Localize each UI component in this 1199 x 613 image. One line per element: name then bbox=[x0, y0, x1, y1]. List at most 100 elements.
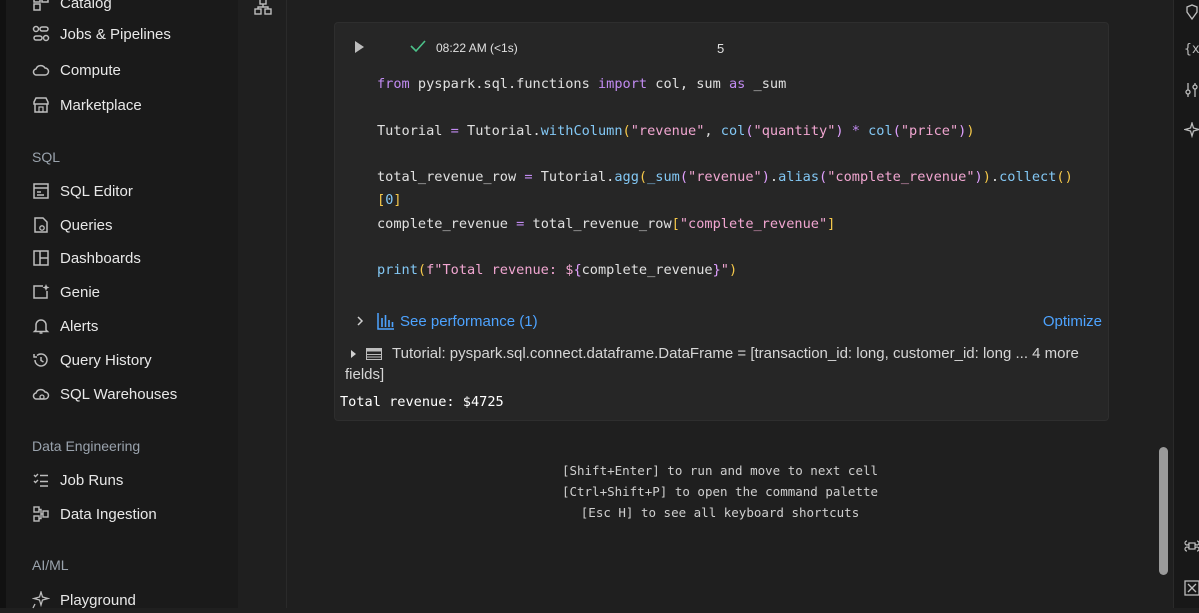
sidebar-item-label: Marketplace bbox=[60, 96, 142, 114]
sidebar-section-aiml: AI/ML bbox=[32, 557, 69, 573]
sidebar-item-query-history[interactable]: Query History bbox=[32, 347, 152, 373]
cell-output: Total revenue: $4725 bbox=[340, 394, 504, 410]
see-performance-link[interactable]: See performance (1) bbox=[400, 313, 538, 330]
code-function: agg bbox=[614, 169, 639, 186]
code-text: Tutorial. bbox=[458, 122, 541, 139]
code-function: col bbox=[868, 122, 893, 139]
code-operator: * bbox=[843, 122, 869, 139]
variables-icon[interactable]: {x bbox=[1184, 40, 1199, 56]
dashboards-icon bbox=[33, 250, 49, 266]
code-bracket: [ bbox=[671, 215, 680, 232]
settings-sliders-icon[interactable] bbox=[1184, 82, 1199, 98]
sidebar-item-label: SQL Editor bbox=[60, 182, 133, 200]
sidebar-item-label: Alerts bbox=[60, 317, 99, 335]
store-icon bbox=[33, 97, 49, 113]
sidebar-item-label: Compute bbox=[60, 61, 121, 79]
code-string: "complete_revenue" bbox=[679, 215, 828, 232]
panel-close-icon[interactable] bbox=[1184, 580, 1199, 596]
keyboard-hints: [Shift+Enter] to run and move to next ce… bbox=[287, 460, 1153, 523]
check-icon bbox=[410, 40, 426, 53]
code-string: f"Total revenue: $ bbox=[426, 262, 574, 279]
code-text: complete_revenue bbox=[581, 262, 713, 279]
hint-line: [Esc H] to see all keyboard shortcuts bbox=[580, 505, 860, 520]
code-operator: = bbox=[450, 122, 459, 139]
sidebar-item-alerts[interactable]: Alerts bbox=[32, 313, 98, 339]
code-keyword: from bbox=[377, 76, 410, 92]
code-text: . bbox=[769, 169, 779, 186]
sidebar-item-sql-editor[interactable]: SQL Editor bbox=[32, 178, 133, 204]
bell-icon bbox=[32, 319, 50, 334]
code-string: "complete_revenue" bbox=[827, 169, 975, 186]
sidebar-item-label: Playground bbox=[60, 591, 136, 609]
run-cell-button[interactable] bbox=[355, 41, 364, 53]
sidebar: Catalog Jobs & Pipelines Compute Marketp… bbox=[6, 0, 238, 609]
sidebar-item-jobs-pipelines[interactable]: Jobs & Pipelines bbox=[32, 21, 171, 47]
schema-browser-icon[interactable] bbox=[254, 0, 272, 16]
code-function: collect bbox=[999, 169, 1057, 186]
code-line: total_revenue_row = Tutorial.agg(_sum("r… bbox=[377, 166, 1102, 189]
code-string: "price" bbox=[900, 122, 959, 139]
scrollbar-thumb[interactable] bbox=[1159, 447, 1168, 575]
code-bracket: ( bbox=[892, 122, 901, 139]
sidebar-item-label: Dashboards bbox=[60, 249, 141, 267]
sidebar-item-sql-warehouses[interactable]: SQL Warehouses bbox=[32, 381, 177, 407]
table-icon bbox=[366, 348, 382, 361]
code-editor[interactable]: from pyspark.sql.functions import col, s… bbox=[377, 73, 1102, 283]
chevron-right-icon[interactable] bbox=[355, 314, 365, 328]
sidebar-item-compute[interactable]: Compute bbox=[32, 57, 121, 83]
history-icon bbox=[33, 353, 48, 367]
optimize-button[interactable]: Optimize bbox=[1043, 313, 1102, 330]
sidebar-item-label: Catalog bbox=[60, 0, 112, 12]
jobs-icon bbox=[32, 25, 50, 42]
hint-line: [Shift+Enter] to run and move to next ce… bbox=[561, 463, 879, 478]
code-bracket: ] bbox=[393, 192, 402, 209]
hint-line: [Ctrl+Shift+P] to open the command palet… bbox=[561, 484, 879, 499]
sidebar-item-label: Genie bbox=[60, 283, 101, 301]
cell-run-time: 08:22 AM (<1s) bbox=[436, 41, 518, 55]
notebook-left-gutter bbox=[238, 0, 287, 608]
code-bracket: ( bbox=[417, 262, 427, 279]
sidebar-item-genie[interactable]: Genie bbox=[32, 279, 100, 305]
code-bracket: ) bbox=[982, 169, 991, 186]
sidebar-item-catalog[interactable]: Catalog bbox=[32, 0, 112, 16]
notebook-cell[interactable]: 08:22 AM (<1s) 5 from pyspark.sql.functi… bbox=[334, 22, 1109, 421]
cell-header: 08:22 AM (<1s) 5 bbox=[335, 23, 1108, 71]
sidebar-item-dashboards[interactable]: Dashboards bbox=[32, 245, 141, 271]
assistant-icon[interactable] bbox=[1184, 4, 1199, 20]
notebook-scrollbar[interactable] bbox=[1156, 0, 1173, 608]
code-bracket: ( bbox=[745, 122, 754, 139]
code-bracket: ( bbox=[638, 169, 648, 186]
expand-dataframe-toggle[interactable] bbox=[351, 350, 356, 359]
sidebar-item-label: SQL Warehouses bbox=[60, 385, 178, 403]
sidebar-item-playground[interactable]: Playground bbox=[32, 587, 136, 613]
code-text: , bbox=[704, 122, 721, 139]
code-bracket: () bbox=[1056, 169, 1073, 186]
queries-icon bbox=[34, 217, 48, 233]
sidebar-item-label: Data Ingestion bbox=[60, 505, 157, 523]
cloud-icon bbox=[32, 64, 50, 76]
sidebar-item-job-runs[interactable]: Job Runs bbox=[32, 467, 123, 493]
code-line: Tutorial = Tutorial.withColumn("revenue"… bbox=[377, 120, 1102, 143]
command-icon[interactable] bbox=[1184, 538, 1199, 554]
job-runs-icon bbox=[33, 473, 48, 487]
code-bracket: ) bbox=[966, 122, 975, 139]
code-text: Tutorial. bbox=[532, 169, 615, 186]
sidebar-item-data-ingestion[interactable]: Data Ingestion bbox=[32, 501, 157, 527]
sidebar-item-label: Job Runs bbox=[60, 471, 124, 489]
dataframe-schema-row: Tutorial: pyspark.sql.connect.dataframe.… bbox=[345, 343, 1095, 385]
code-bracket: ) bbox=[728, 262, 738, 279]
code-keyword: import bbox=[598, 76, 648, 92]
code-text: total_revenue_row bbox=[524, 215, 672, 232]
code-bracket: [ bbox=[377, 192, 386, 209]
magic-icon[interactable] bbox=[1184, 122, 1199, 138]
code-function: alias bbox=[778, 169, 820, 186]
code-function: print bbox=[377, 262, 418, 279]
sidebar-item-marketplace[interactable]: Marketplace bbox=[32, 92, 142, 118]
code-text: _sum bbox=[745, 76, 787, 92]
sidebar-section-sql: SQL bbox=[32, 149, 61, 165]
sidebar-item-queries[interactable]: Queries bbox=[32, 212, 113, 238]
sidebar-section-data-engineering: Data Engineering bbox=[32, 438, 141, 454]
code-string: "quantity" bbox=[753, 122, 836, 139]
